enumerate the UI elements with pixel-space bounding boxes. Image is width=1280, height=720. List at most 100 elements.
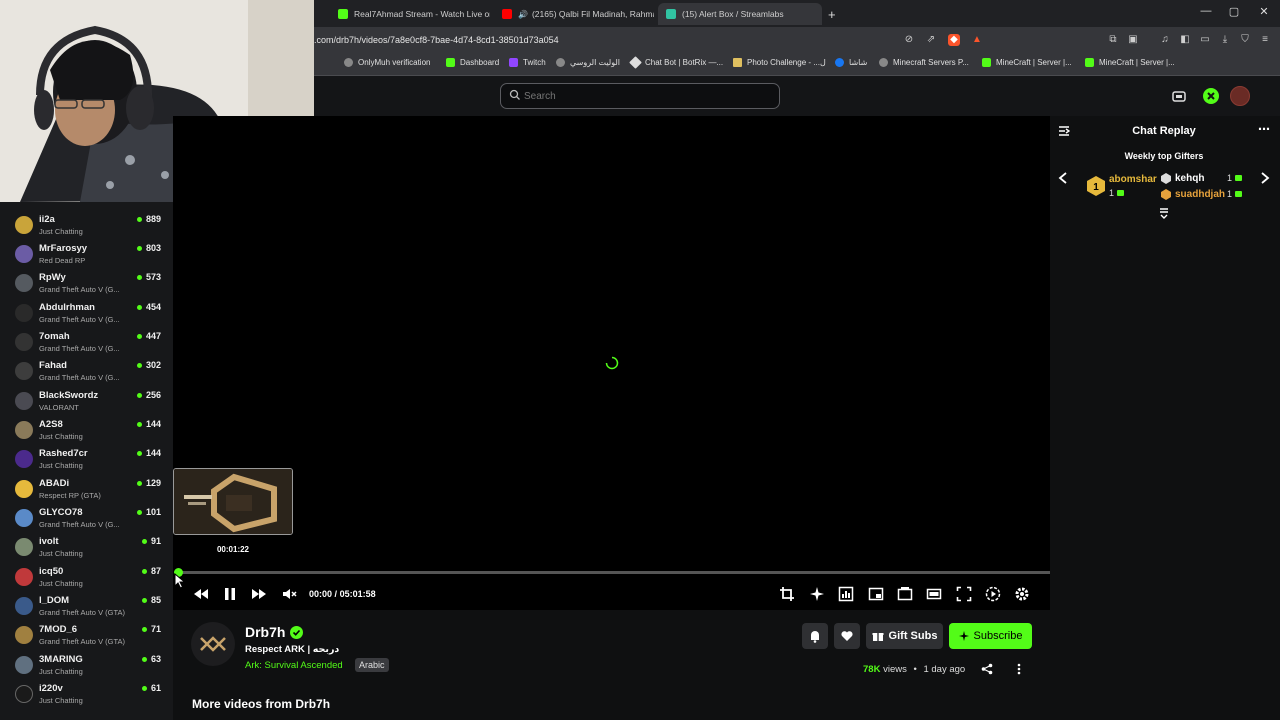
bookmark-label: شاشا (849, 58, 868, 67)
channel-name: MrFarosyy (39, 243, 88, 254)
fast-forward-icon[interactable] (251, 586, 267, 602)
theater-mode-icon[interactable] (926, 586, 942, 602)
top-gifters-title: Weekly top Gifters (1124, 151, 1204, 161)
bookmark-item[interactable]: Minecraft Servers P... (879, 58, 969, 67)
subscribe-button[interactable]: Subscribe (949, 623, 1032, 649)
channel-category: Grand Theft Auto V (G... (39, 520, 120, 529)
sidebar-channel-item[interactable]: icq50 Just Chatting 87 (0, 564, 173, 593)
bookmark-label: Minecraft Servers P... (893, 58, 969, 67)
follow-button[interactable] (834, 623, 860, 649)
mini-player-icon[interactable] (897, 586, 913, 602)
fullscreen-icon[interactable] (956, 586, 972, 602)
chat-options-icon[interactable]: ⋯ (1258, 122, 1270, 136)
search-box[interactable] (500, 83, 780, 109)
browser-tab-kick[interactable]: Real7Ahmad Stream - Watch Live on (338, 3, 490, 25)
picture-in-picture-icon[interactable] (868, 586, 884, 602)
volume-muted-icon[interactable] (281, 586, 297, 602)
notifications-badge-icon[interactable] (1203, 88, 1219, 104)
sidebar-channel-item[interactable]: ABADi Respect RP (GTA) 129 (0, 476, 173, 505)
extensions-icon[interactable]: ⧉ (1107, 34, 1119, 46)
bookmark-item[interactable]: الوليت الروسي (556, 58, 620, 67)
avatar (15, 597, 33, 615)
channel-avatar[interactable] (191, 622, 235, 666)
channel-name[interactable]: Drb7h (245, 624, 285, 640)
heart-icon (841, 631, 853, 641)
sidebar-channel-item[interactable]: Fahad Grand Theft Auto V (G... 302 (0, 358, 173, 387)
sidebar-channel-item[interactable]: Abdulrhman Grand Theft Auto V (G... 454 (0, 300, 173, 329)
youtube-favicon-icon (502, 9, 512, 19)
tab-title: (2165) Qalbi Fil Madinah, Rahmat (531, 9, 654, 19)
sidebar-channel-item[interactable]: 3MARING Just Chatting 63 (0, 652, 173, 681)
close-window-icon[interactable]: ✕ (1254, 5, 1274, 18)
user-avatar[interactable] (1230, 86, 1250, 106)
sidebar-channel-item[interactable]: ivolt Just Chatting 91 (0, 534, 173, 563)
bookmark-item[interactable]: Chat Bot | BotRix —... (629, 56, 723, 69)
sparkle-icon[interactable] (809, 586, 825, 602)
sidebar-channel-item[interactable]: GLYCO78 Grand Theft Auto V (G... 101 (0, 505, 173, 534)
url-text[interactable]: .com/drb7h/videos/7a8e0cf8-7bae-4d74-8cd… (314, 35, 559, 45)
time-display: 00:00 / 05:01:58 (309, 589, 376, 599)
minimize-icon[interactable]: — (1196, 5, 1216, 17)
brave-shield-icon[interactable]: ◆ (948, 34, 960, 46)
playback-speed-icon[interactable] (985, 586, 1001, 602)
expand-gifters-icon[interactable] (1158, 207, 1170, 219)
seek-bar[interactable] (178, 571, 1050, 574)
sidebar-channel-item[interactable]: 7MOD_6 Grand Theft Auto V (GTA) 71 (0, 622, 173, 651)
sidebar-channel-item[interactable]: i220v Just Chatting 61 (0, 681, 173, 710)
share-icon[interactable]: ⇗ (925, 34, 937, 46)
browser-tab-youtube[interactable]: 🔊 (2165) Qalbi Fil Madinah, Rahmat (502, 3, 654, 25)
brave-rewards-icon[interactable]: ▲ (971, 34, 983, 46)
bookmark-item[interactable]: Twitch (509, 58, 546, 67)
rewind-icon[interactable] (193, 586, 209, 602)
settings-gear-icon[interactable] (1014, 586, 1030, 602)
gifter-name[interactable]: abomshar (1109, 174, 1157, 185)
bookmark-item[interactable]: MineCraft | Server |... (1085, 58, 1175, 67)
sidebar-channel-item[interactable]: 7omah Grand Theft Auto V (G... 447 (0, 329, 173, 358)
gifters-next-icon[interactable] (1259, 171, 1271, 185)
live-dot-icon (136, 421, 142, 427)
pause-icon[interactable] (222, 586, 238, 602)
bookmark-item[interactable]: MineCraft | Server |... (982, 58, 1072, 67)
category-link[interactable]: Ark: Survival Ascended (245, 660, 343, 671)
channel-name: i220v (39, 683, 63, 694)
sidebar-toggle-icon[interactable]: ◧ (1179, 34, 1191, 46)
search-input[interactable] (524, 88, 764, 104)
gifter-name[interactable]: kehqh (1175, 173, 1204, 184)
media-icon[interactable]: ♫ (1159, 34, 1171, 46)
bookmark-item[interactable]: Photo Challenge - ...ل (733, 58, 826, 67)
gift-subs-button[interactable]: Gift Subs (866, 623, 943, 649)
vpn-icon[interactable]: ⛉ (1239, 34, 1251, 46)
new-tab-button[interactable]: + (828, 3, 842, 25)
viewer-count: 803 (136, 243, 161, 253)
bookmark-item[interactable]: شاشا (835, 58, 867, 67)
browser-tab-streamlabs[interactable]: (15) Alert Box / Streamlabs (658, 3, 822, 25)
more-options-icon[interactable] (1013, 663, 1025, 675)
language-tag[interactable]: Arabic (355, 658, 389, 672)
download-icon[interactable]: ⤓ (1219, 34, 1231, 46)
menu-icon[interactable]: ≡ (1259, 34, 1271, 46)
mute-site-icon[interactable]: ⊘ (903, 34, 915, 46)
notifications-button[interactable] (802, 623, 828, 649)
sidebar-channel-item[interactable]: ii2a Just Chatting 889 (0, 212, 173, 241)
sidebar-channel-item[interactable]: MrFarosyy Red Dead RP 803 (0, 241, 173, 270)
share-video-icon[interactable] (981, 663, 993, 675)
maximize-icon[interactable]: ▢ (1224, 5, 1244, 18)
svg-text:1: 1 (1093, 182, 1099, 193)
sidebar-channel-item[interactable]: RpWy Grand Theft Auto V (G... 573 (0, 270, 173, 299)
preview-timestamp: 00:01:22 (216, 545, 250, 554)
bookmark-item[interactable]: OnlyMuh verification (344, 58, 430, 67)
kick-favicon-icon (338, 9, 348, 19)
bookmark-item[interactable]: Dashboard (446, 58, 499, 67)
sidebar-channel-item[interactable]: BlackSwordz VALORANT 256 (0, 388, 173, 417)
screenshot-icon[interactable]: ▣ (1127, 34, 1139, 46)
creator-dashboard-icon[interactable] (1171, 88, 1187, 104)
wallet-icon[interactable]: ▭ (1199, 34, 1211, 46)
sidebar-channel-item[interactable]: A2S8 Just Chatting 144 (0, 417, 173, 446)
gifters-prev-icon[interactable] (1057, 171, 1069, 185)
sidebar-channel-item[interactable]: l_DOM Grand Theft Auto V (GTA) 85 (0, 593, 173, 622)
gifter-name[interactable]: suadhdjah (1175, 189, 1225, 200)
clip-crop-icon[interactable] (779, 586, 795, 602)
stats-icon[interactable] (838, 586, 854, 602)
sidebar-channel-item[interactable]: Rashed7cr Just Chatting 144 (0, 446, 173, 475)
preview-image (174, 469, 292, 534)
